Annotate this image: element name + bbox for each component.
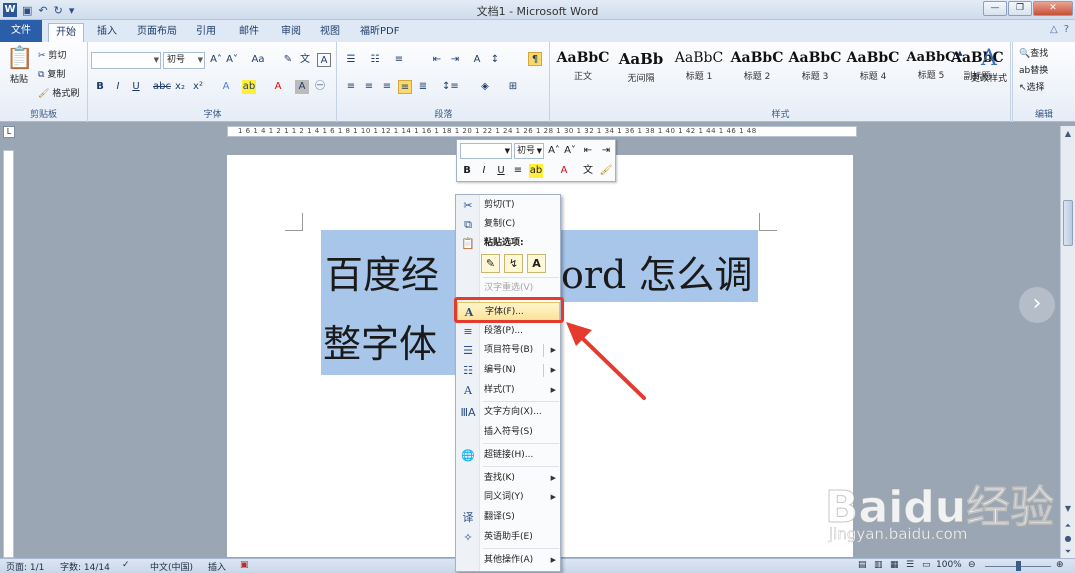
- watermark-url: jingyan.baidu.com: [829, 525, 968, 544]
- baidu-jingyan-watermark: Baidu经验 jingyan.baidu.com: [824, 453, 1054, 573]
